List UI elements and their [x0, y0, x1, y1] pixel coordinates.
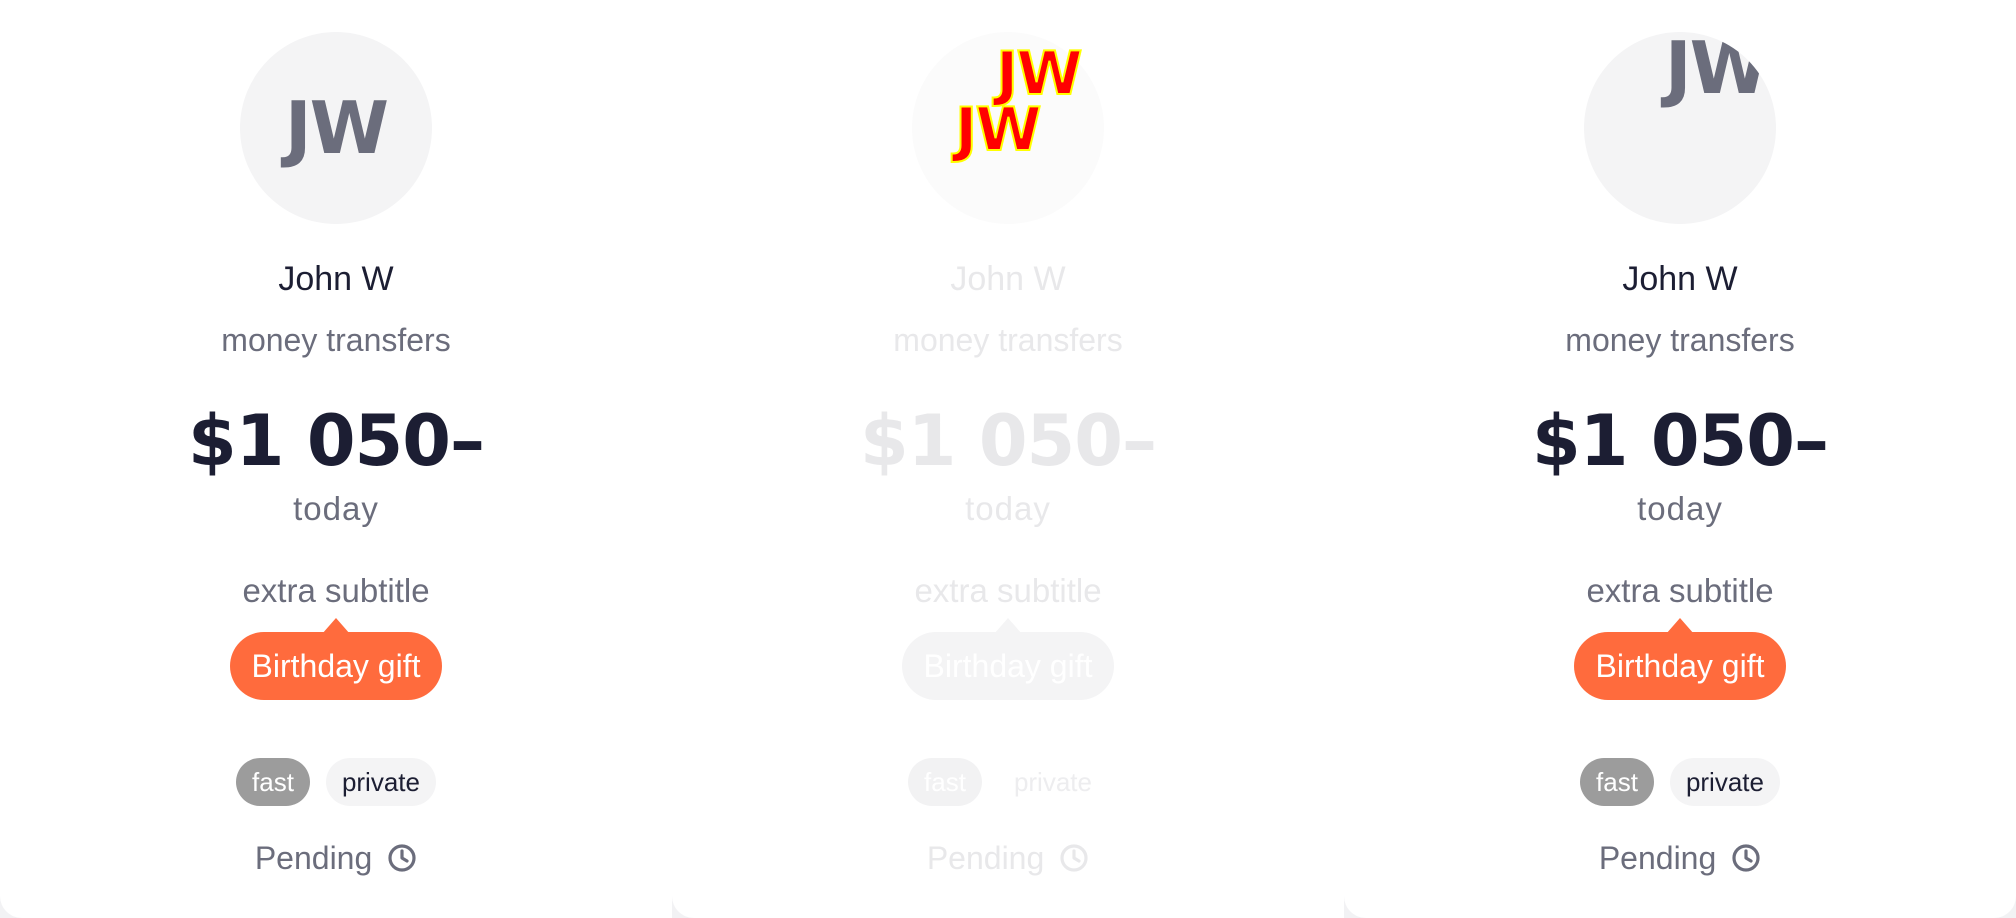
- avatar-initials: JW: [954, 95, 1042, 165]
- status-label: Pending: [254, 840, 373, 876]
- transaction-cards: JW John W money transfers $1 050– today …: [0, 0, 2016, 918]
- tag-fast: fast: [1580, 758, 1654, 806]
- transaction-amount: $1 050–: [860, 400, 1157, 482]
- transaction-date: today: [293, 490, 379, 527]
- avatar-initials: JW: [1664, 32, 1769, 110]
- recipient-name: John W: [950, 260, 1066, 298]
- tag-fast: fast: [908, 758, 982, 806]
- tag-list: fast private: [672, 758, 1344, 806]
- tag-list: fast private: [0, 758, 672, 806]
- gift-badge: Birthday gift: [1573, 618, 1787, 700]
- transaction-amount: $1 050–: [188, 400, 485, 482]
- avatar: JW: [1584, 32, 1776, 224]
- extra-subtitle: extra subtitle: [242, 572, 430, 609]
- status-badge: Pending: [0, 840, 672, 877]
- transaction-category: money transfers: [893, 322, 1123, 358]
- status-badge: Pending: [672, 840, 1344, 877]
- tag-fast: fast: [236, 758, 310, 806]
- extra-subtitle: extra subtitle: [1586, 572, 1774, 609]
- clock-icon: [388, 844, 416, 872]
- tag-private: private: [325, 758, 436, 806]
- status-badge: Pending: [1344, 840, 2016, 877]
- status-label: Pending: [1598, 840, 1717, 876]
- avatar-initials: JW: [284, 86, 389, 170]
- transaction-card[interactable]: JW John W money transfers $1 050– today …: [1344, 0, 2016, 918]
- transaction-date: today: [1637, 490, 1723, 527]
- recipient-name: John W: [278, 260, 394, 298]
- transaction-category: money transfers: [1565, 322, 1795, 358]
- gift-badge: Birthday gift: [229, 618, 443, 700]
- recipient-name: John W: [1622, 260, 1738, 298]
- transaction-date: today: [965, 490, 1051, 527]
- clock-icon: [1732, 844, 1760, 872]
- transaction-card[interactable]: JW John W money transfers $1 050– today …: [0, 0, 672, 918]
- transaction-category: money transfers: [221, 322, 451, 358]
- tag-list: fast private: [1344, 758, 2016, 806]
- avatar: JW: [240, 32, 432, 224]
- transaction-amount: $1 050–: [1532, 400, 1829, 482]
- status-label: Pending: [926, 840, 1045, 876]
- gift-badge: Birthday gift: [901, 618, 1115, 700]
- tag-private: private: [997, 758, 1108, 806]
- extra-subtitle: extra subtitle: [914, 572, 1102, 609]
- tag-private: private: [1669, 758, 1780, 806]
- clock-icon: [1060, 844, 1088, 872]
